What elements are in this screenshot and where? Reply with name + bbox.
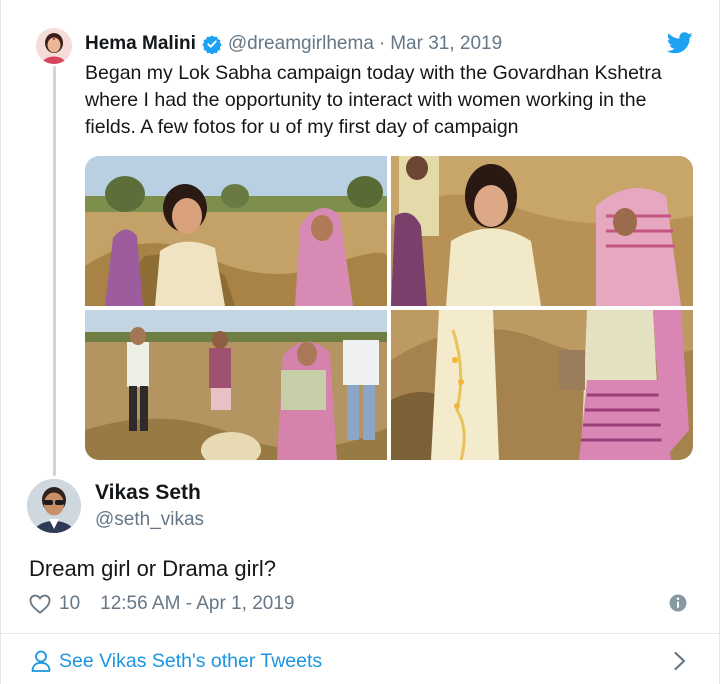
verified-badge-icon (202, 35, 222, 54)
header-separator: · (378, 33, 386, 54)
quoted-tweet-text: Began my Lok Sabha campaign today with t… (85, 62, 662, 138)
quoted-tweet-date[interactable]: Mar 31, 2019 (390, 33, 502, 55)
heart-icon[interactable] (29, 594, 51, 614)
chevron-right-icon[interactable] (673, 651, 687, 671)
quoted-author-handle[interactable]: @dreamgirlhema (228, 33, 374, 55)
photo-4[interactable] (391, 310, 693, 460)
see-other-tweets-link[interactable]: See Vikas Seth's other Tweets (31, 648, 322, 674)
footer-divider (1, 633, 720, 634)
reply-author-name[interactable]: Vikas Seth (95, 481, 201, 505)
reply-author-avatar[interactable] (27, 479, 81, 533)
photo-3[interactable] (85, 310, 387, 460)
quoted-author-avatar[interactable] (36, 28, 72, 64)
photo-2[interactable] (391, 156, 693, 306)
see-other-tweets-label[interactable]: See Vikas Seth's other Tweets (59, 650, 322, 673)
tweet-timestamp[interactable]: 12:56 AM - Apr 1, 2019 (100, 593, 294, 615)
quoted-author-name[interactable]: Hema Malini (85, 33, 196, 55)
tweet-meta: 10 12:56 AM - Apr 1, 2019 (29, 592, 295, 616)
photo-1[interactable] (85, 156, 387, 306)
reply-text: Dream girl or Drama girl? (29, 556, 276, 581)
reply-author-handle[interactable]: @seth_vikas (95, 509, 204, 531)
thread-connector-line (53, 66, 56, 476)
embedded-tweet-card: Hema Malini @dreamgirlhema · Mar 31, 201… (0, 0, 720, 684)
quoted-tweet-header: Hema Malini @dreamgirlhema · Mar 31, 201… (85, 32, 502, 56)
info-icon[interactable] (669, 594, 687, 612)
media-grid (85, 156, 693, 460)
like-count[interactable]: 10 (59, 593, 80, 615)
twitter-bird-icon[interactable] (667, 32, 693, 54)
person-icon (31, 650, 51, 672)
